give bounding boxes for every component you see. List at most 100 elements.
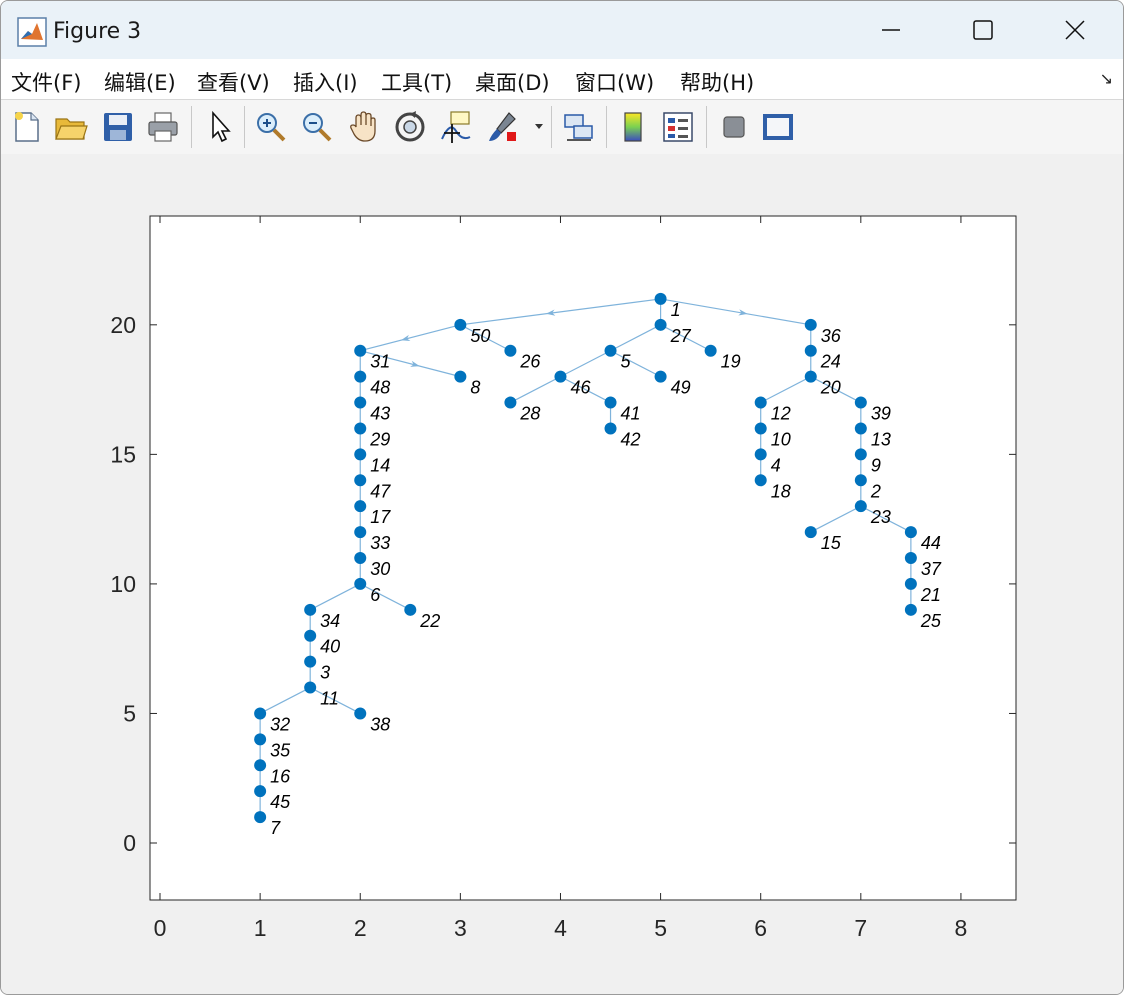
- maximize-button[interactable]: [937, 1, 1029, 59]
- node-label: 44: [921, 533, 941, 553]
- node-label: 31: [370, 352, 390, 372]
- zoom-in-icon[interactable]: [253, 109, 289, 145]
- link-plot-icon[interactable]: [561, 109, 597, 145]
- node-label: 20: [820, 378, 841, 398]
- graph-node[interactable]: [254, 759, 267, 772]
- node-label: 43: [370, 404, 390, 424]
- graph-node[interactable]: [354, 396, 367, 409]
- graph-node[interactable]: [854, 448, 867, 461]
- graph-node[interactable]: [854, 500, 867, 513]
- graph-node[interactable]: [604, 422, 617, 435]
- graph-node[interactable]: [854, 396, 867, 409]
- rotate-3d-icon[interactable]: [392, 109, 428, 145]
- y-tick-label: 10: [110, 571, 136, 597]
- graph-node[interactable]: [804, 318, 817, 331]
- graph-node[interactable]: [854, 422, 867, 435]
- node-label: 49: [671, 378, 691, 398]
- graph-node[interactable]: [304, 603, 317, 616]
- matlab-logo-icon: [17, 17, 47, 47]
- graph-node[interactable]: [254, 785, 267, 798]
- window-title: Figure 3: [53, 19, 142, 44]
- graph-node[interactable]: [654, 370, 667, 383]
- select-pointer-icon[interactable]: [202, 109, 238, 145]
- menu-edit[interactable]: 编辑(E): [104, 67, 176, 97]
- graph-node[interactable]: [904, 603, 917, 616]
- graph-node[interactable]: [754, 474, 767, 487]
- zoom-out-icon[interactable]: [299, 109, 335, 145]
- graph-node[interactable]: [354, 474, 367, 487]
- show-plot-tools-icon[interactable]: [760, 109, 796, 145]
- graph-node[interactable]: [254, 811, 267, 824]
- graph-node[interactable]: [654, 292, 667, 305]
- data-cursor-icon[interactable]: [438, 109, 474, 145]
- graph-node[interactable]: [804, 526, 817, 539]
- menu-window[interactable]: 窗口(W): [575, 67, 654, 97]
- graph-node[interactable]: [254, 707, 267, 720]
- undock-arrow-icon[interactable]: ↘: [1100, 69, 1113, 88]
- graph-node[interactable]: [504, 396, 517, 409]
- save-icon[interactable]: [100, 109, 136, 145]
- graph-node[interactable]: [354, 344, 367, 357]
- graph-node[interactable]: [354, 370, 367, 383]
- graph-node[interactable]: [354, 526, 367, 539]
- menu-insert[interactable]: 插入(I): [293, 67, 358, 97]
- graph-node[interactable]: [754, 396, 767, 409]
- graph-node[interactable]: [254, 733, 267, 746]
- x-tick-label: 4: [554, 915, 567, 941]
- graph-node[interactable]: [404, 603, 417, 616]
- graph-node[interactable]: [604, 344, 617, 357]
- graph-node[interactable]: [304, 629, 317, 642]
- node-label: 19: [721, 352, 741, 372]
- node-label: 50: [470, 326, 490, 346]
- new-figure-icon[interactable]: [9, 109, 45, 145]
- hide-plot-tools-icon[interactable]: [716, 109, 752, 145]
- node-label: 23: [870, 507, 891, 527]
- graph-node[interactable]: [354, 448, 367, 461]
- node-label: 15: [821, 533, 842, 553]
- graph-node[interactable]: [704, 344, 717, 357]
- graph-node[interactable]: [604, 396, 617, 409]
- graph-node[interactable]: [454, 318, 467, 331]
- graph-node[interactable]: [904, 577, 917, 590]
- node-label: 7: [270, 818, 281, 838]
- menu-desktop[interactable]: 桌面(D): [475, 67, 550, 97]
- graph-node[interactable]: [504, 344, 517, 357]
- graph-node[interactable]: [354, 577, 367, 590]
- legend-icon[interactable]: [660, 109, 696, 145]
- menu-tools[interactable]: 工具(T): [381, 67, 452, 97]
- node-label: 45: [270, 792, 291, 812]
- print-icon[interactable]: [145, 109, 181, 145]
- x-tick-label: 5: [654, 915, 667, 941]
- close-button[interactable]: [1029, 1, 1121, 59]
- x-tick-label: 6: [754, 915, 767, 941]
- graph-node[interactable]: [904, 526, 917, 539]
- graph-node[interactable]: [304, 681, 317, 694]
- node-label: 14: [370, 455, 390, 475]
- graph-node[interactable]: [454, 370, 467, 383]
- graph-node[interactable]: [354, 707, 367, 720]
- menu-file[interactable]: 文件(F): [11, 67, 81, 97]
- tree-graph-plot[interactable]: 0 1 2 3 4 5 6 7 805101520 150 27 3631 26 5 19 2448 8 46 4…: [1, 154, 1123, 994]
- menu-help[interactable]: 帮助(H): [680, 67, 754, 97]
- graph-node[interactable]: [754, 448, 767, 461]
- graph-node[interactable]: [754, 422, 767, 435]
- graph-node[interactable]: [304, 655, 317, 668]
- title-bar: Figure 3: [1, 1, 1123, 59]
- graph-node[interactable]: [804, 370, 817, 383]
- graph-node[interactable]: [804, 344, 817, 357]
- figure-canvas: 0 1 2 3 4 5 6 7 8 0 5 10 15 20 1 50 27 36 31 26 5 19 24 48 8 46 4…: [1, 154, 1123, 994]
- brush-icon[interactable]: [485, 109, 521, 145]
- graph-node[interactable]: [354, 500, 367, 513]
- chevron-down-icon[interactable]: [533, 120, 545, 132]
- graph-node[interactable]: [854, 474, 867, 487]
- graph-node[interactable]: [354, 552, 367, 564]
- graph-node[interactable]: [654, 318, 667, 331]
- graph-node[interactable]: [554, 370, 567, 383]
- minimize-button[interactable]: [845, 1, 937, 59]
- pan-hand-icon[interactable]: [346, 109, 382, 145]
- menu-view[interactable]: 查看(V): [197, 67, 270, 97]
- open-file-icon[interactable]: [53, 109, 89, 145]
- graph-node[interactable]: [354, 422, 367, 435]
- colorbar-icon[interactable]: [615, 109, 651, 145]
- graph-node[interactable]: [904, 552, 917, 564]
